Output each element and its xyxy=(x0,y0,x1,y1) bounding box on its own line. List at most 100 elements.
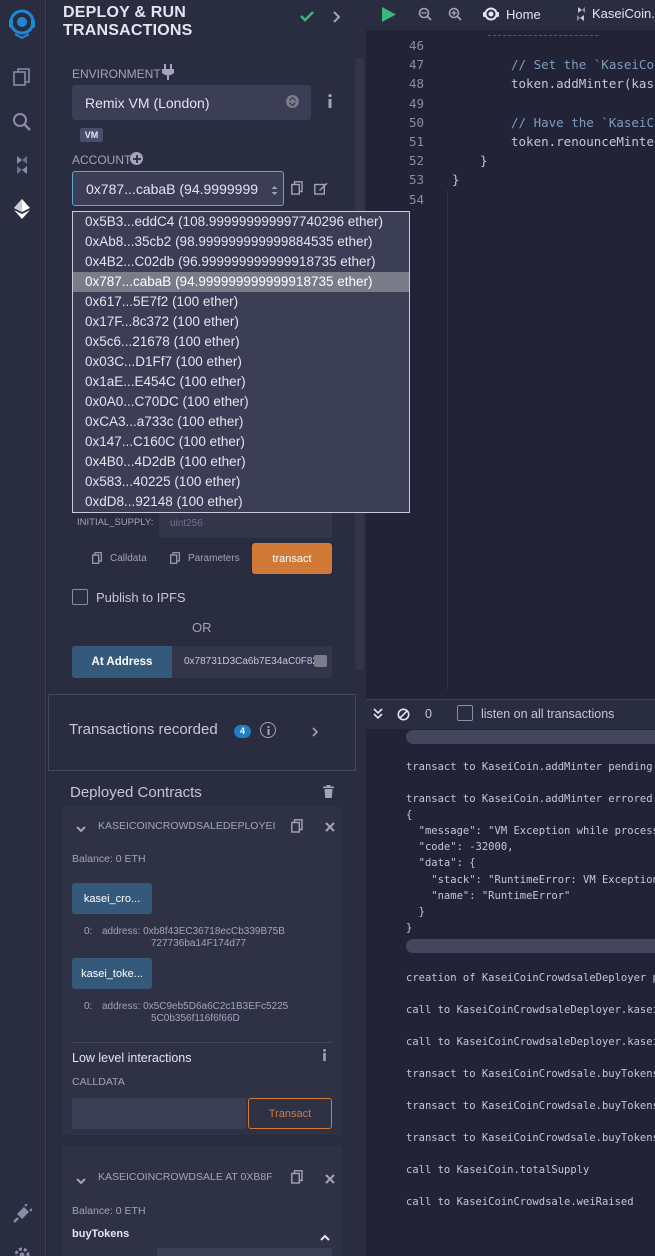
fn2-result-index: 0: xyxy=(84,1001,93,1012)
account-option[interactable]: 0x17F...8c372 (100 ether) xyxy=(73,312,409,332)
account-select[interactable]: 0x787...cabaB (94.9999999 xyxy=(72,171,284,206)
copy-icon[interactable] xyxy=(291,819,303,836)
chevron-down-icon[interactable] xyxy=(76,822,86,836)
terminal-json-line: } xyxy=(406,906,425,918)
code-line[interactable]: token.renounceMinte xyxy=(511,134,654,149)
account-option[interactable]: 0xdD8...92148 (100 ether) xyxy=(73,492,409,512)
home-tab[interactable]: Home xyxy=(483,6,541,22)
buy-tokens-input[interactable] xyxy=(157,1248,332,1256)
code-line[interactable]: token.addMinter(kas xyxy=(511,76,654,91)
code-line[interactable]: // Have the `KaseiC xyxy=(511,115,654,130)
zoom-in-icon[interactable] xyxy=(448,7,462,24)
panel-title: DEPLOY & RUN TRANSACTIONS xyxy=(63,4,193,40)
add-account-icon[interactable] xyxy=(130,152,143,165)
copy-icon[interactable] xyxy=(291,181,303,198)
or-label: OR xyxy=(192,620,212,635)
contract1-name: KASEICOINCROWDSALEDEPLOYEI xyxy=(98,820,276,832)
account-dropdown[interactable]: 0x5B3...eddC4 (108.999999999997740296 et… xyxy=(72,211,410,513)
terminal-output: transact to KaseiCoin.addMinter pending … xyxy=(366,729,655,1256)
account-option[interactable]: 0x147...C160C (100 ether) xyxy=(73,432,409,452)
edit-icon[interactable] xyxy=(314,182,328,198)
at-address-button[interactable]: At Address xyxy=(72,646,172,678)
calldata-input[interactable] xyxy=(72,1098,246,1129)
terminal-log-line[interactable]: transact to KaseiCoinCrowdsale.buyTokens… xyxy=(406,1068,655,1080)
publish-ipfs-checkbox[interactable] xyxy=(72,589,88,605)
file-tab-label: KaseiCoin.s xyxy=(592,6,655,21)
info-circle-icon[interactable] xyxy=(260,722,276,738)
file-explorer-icon[interactable] xyxy=(9,64,35,90)
account-option[interactable]: 0x0A0...C70DC (100 ether) xyxy=(73,392,409,412)
listen-checkbox[interactable] xyxy=(457,705,473,721)
fn1-result-index: 0: xyxy=(84,926,93,937)
solidity-compiler-icon[interactable] xyxy=(9,152,35,178)
plugin-manager-icon[interactable] xyxy=(9,1201,35,1227)
terminal-log-line[interactable]: call to KaseiCoinCrowdsaleDeployer.kasei… xyxy=(406,1036,655,1048)
initial-supply-input[interactable]: uint256 xyxy=(159,510,332,538)
line-number: 48 xyxy=(408,76,424,92)
paste-icon[interactable] xyxy=(314,655,327,667)
settings-gear-icon[interactable] xyxy=(9,1242,35,1256)
code-line[interactable]: // Set the `KaseiCo xyxy=(511,57,654,72)
account-option[interactable]: 0x617...5E7f2 (100 ether) xyxy=(73,292,409,312)
kasei-crowdsale-button[interactable]: kasei_cro... xyxy=(72,883,152,914)
remix-home-icon xyxy=(483,7,499,21)
line-number: 49 xyxy=(408,95,424,111)
terminal-log-line[interactable]: transact to KaseiCoin.addMinter pending … xyxy=(406,761,655,773)
at-address-input[interactable]: 0x78731D3Ca6b7E34aC0F824 xyxy=(172,646,332,678)
environment-select[interactable]: Remix VM (London) xyxy=(72,85,311,120)
collapse-terminal-icon[interactable] xyxy=(373,708,383,723)
copy-icon[interactable] xyxy=(291,1170,303,1187)
account-option[interactable]: 0x4B0...4D2dB (100 ether) xyxy=(73,452,409,472)
kasei-token-button[interactable]: kasei_toke... xyxy=(72,958,152,989)
panel-title-line1: DEPLOY & RUN xyxy=(63,4,187,21)
info-icon[interactable] xyxy=(327,94,333,111)
account-option[interactable]: 0x5c6...21678 (100 ether) xyxy=(73,332,409,352)
select-arrows-icon xyxy=(268,183,278,199)
account-option[interactable]: 0x583...40225 (100 ether) xyxy=(73,472,409,492)
code-line[interactable]: } xyxy=(452,172,460,187)
terminal-log-line[interactable]: call to KaseiCoinCrowdsaleDeployer.kasei… xyxy=(406,1004,655,1016)
terminal-log-line[interactable]: transact to KaseiCoinCrowdsale.buyTokens… xyxy=(406,1100,655,1112)
account-option[interactable]: 0xAb8...35cb2 (98.999999999999884535 eth… xyxy=(73,232,409,252)
account-option[interactable]: 0x03C...D1Ff7 (100 ether) xyxy=(73,352,409,372)
low-level-transact-button[interactable]: Transact xyxy=(248,1098,332,1129)
close-icon[interactable] xyxy=(325,821,335,835)
chevron-down-icon[interactable] xyxy=(76,1174,86,1188)
deploy-run-icon[interactable] xyxy=(9,196,35,222)
info-icon[interactable] xyxy=(322,1049,327,1064)
copy-icon xyxy=(92,552,102,564)
divider xyxy=(72,1042,332,1043)
search-icon[interactable] xyxy=(9,109,35,135)
account-option[interactable]: 0x4B2...C02db (96.999999999999918735 eth… xyxy=(73,252,409,272)
terminal-json-line: } xyxy=(406,922,413,934)
run-play-icon[interactable] xyxy=(382,7,396,25)
close-icon[interactable] xyxy=(325,1173,335,1187)
code-line[interactable]: } xyxy=(480,153,488,168)
terminal-json-line: "code": -32000, xyxy=(406,841,514,853)
copy-icon xyxy=(170,552,180,564)
terminal-log-line[interactable]: creation of KaseiCoinCrowdsaleDeployer p… xyxy=(406,972,655,984)
account-option[interactable]: 0x5B3...eddC4 (108.999999999997740296 et… xyxy=(73,212,409,232)
parameters-button[interactable]: Parameters xyxy=(170,552,240,564)
account-option[interactable]: 0x787...cabaB (94.999999999999918735 eth… xyxy=(73,272,409,292)
clear-terminal-icon[interactable] xyxy=(397,708,410,724)
file-tab-kaseicoin[interactable]: KaseiCoin.s xyxy=(576,6,655,21)
terminal-log-line[interactable]: transact to KaseiCoinCrowdsale.buyTokens… xyxy=(406,1132,655,1144)
transact-button[interactable]: transact xyxy=(252,543,332,574)
calldata-button[interactable]: Calldata xyxy=(92,552,147,564)
zoom-out-icon[interactable] xyxy=(418,7,432,24)
account-option[interactable]: 0xCA3...a733c (100 ether) xyxy=(73,412,409,432)
terminal-log-line[interactable]: transact to KaseiCoin.addMinter errored:… xyxy=(406,793,655,805)
account-value: 0x787...cabaB (94.9999999 xyxy=(86,180,259,197)
trash-icon[interactable] xyxy=(323,785,334,801)
chevron-right-icon[interactable] xyxy=(333,11,341,26)
terminal-log-line[interactable]: call to KaseiCoin.totalSupply xyxy=(406,1164,589,1176)
terminal-log-line[interactable]: call to KaseiCoinCrowdsale.weiRaised xyxy=(406,1196,634,1208)
chevron-right-icon[interactable] xyxy=(312,726,319,740)
chevron-up-icon[interactable] xyxy=(320,1230,330,1244)
terminal-json-line: "stack": "RuntimeError: VM Exception w xyxy=(406,874,655,886)
plug-icon xyxy=(162,64,174,83)
transactions-recorded-label: Transactions recorded xyxy=(69,721,218,738)
account-option[interactable]: 0x1aE...E454C (100 ether) xyxy=(73,372,409,392)
remix-logo-icon[interactable] xyxy=(6,6,38,40)
